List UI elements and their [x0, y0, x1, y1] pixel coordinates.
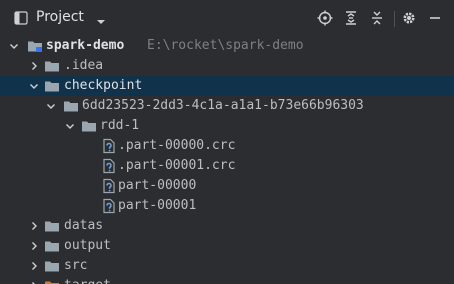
- tree-item-label: 6dd23523-2dd3-4c1a-a1a1-b73e66b96303: [82, 98, 364, 113]
- chevron-down-icon[interactable]: [64, 120, 76, 132]
- tree-row-selected[interactable]: checkpoint: [0, 76, 454, 96]
- tree-row[interactable]: target: [0, 276, 454, 284]
- tree-row[interactable]: src: [0, 256, 454, 276]
- chevron-right-icon[interactable]: [28, 280, 40, 284]
- project-view-label: Project: [36, 9, 84, 25]
- project-view-selector[interactable]: Project: [14, 9, 106, 25]
- toolbar-separator: [394, 11, 395, 27]
- tree-row[interactable]: 6dd23523-2dd3-4c1a-a1a1-b73e66b96303: [0, 96, 454, 116]
- tree-row[interactable]: .idea: [0, 56, 454, 76]
- chevron-right-icon[interactable]: [28, 260, 40, 272]
- folder-icon: [44, 58, 60, 74]
- chevron-down-icon[interactable]: [8, 40, 20, 52]
- tree-row[interactable]: .part-00001.crc: [0, 156, 454, 176]
- tree-row-root[interactable]: spark-demo E:\rocket\spark-demo: [0, 36, 454, 56]
- tree-row[interactable]: output: [0, 236, 454, 256]
- expand-all-icon[interactable]: [342, 9, 360, 27]
- folder-icon: [81, 118, 97, 134]
- tree-item-label: .part-00001.crc: [118, 158, 236, 173]
- module-folder-icon: [27, 38, 43, 54]
- tree-item-label: rdd-1: [100, 118, 140, 133]
- project-view-icon: [14, 10, 28, 25]
- folder-icon: [63, 98, 79, 114]
- root-path: E:\rocket\spark-demo: [147, 38, 304, 53]
- folder-icon: [44, 258, 60, 274]
- hide-icon[interactable]: [426, 9, 444, 27]
- tree-item-label: target: [64, 278, 111, 284]
- folder-icon: [44, 218, 60, 234]
- chevron-right-icon[interactable]: [28, 240, 40, 252]
- excluded-folder-icon: [44, 278, 60, 284]
- unknown-file-icon: [101, 198, 117, 214]
- tree-row[interactable]: part-00000: [0, 176, 454, 196]
- unknown-file-icon: [101, 138, 117, 154]
- chevron-right-icon[interactable]: [28, 60, 40, 72]
- tree-item-label: checkpoint: [64, 78, 143, 93]
- tree-row[interactable]: datas: [0, 216, 454, 236]
- project-toolbar: Project: [0, 0, 454, 36]
- tree-item-label: datas: [64, 218, 104, 233]
- unknown-file-icon: [101, 178, 117, 194]
- tree-item-label: .part-00000.crc: [118, 138, 236, 153]
- chevron-down-icon: [96, 12, 106, 24]
- tree-item-label: src: [64, 258, 88, 273]
- chevron-down-icon[interactable]: [28, 80, 40, 92]
- chevron-right-icon[interactable]: [28, 220, 40, 232]
- settings-icon[interactable]: [400, 9, 418, 27]
- tree-row[interactable]: part-00001: [0, 196, 454, 216]
- tree-item-label: part-00000: [118, 178, 197, 193]
- locate-icon[interactable]: [316, 9, 334, 27]
- chevron-down-icon[interactable]: [45, 100, 57, 112]
- root-name: spark-demo: [46, 38, 125, 53]
- tree-item-label: part-00001: [118, 198, 197, 213]
- tree-item-label: .idea: [64, 58, 104, 73]
- tree-row[interactable]: .part-00000.crc: [0, 136, 454, 156]
- tree-item-label: output: [64, 238, 111, 253]
- unknown-file-icon: [101, 158, 117, 174]
- folder-icon: [44, 238, 60, 254]
- collapse-all-icon[interactable]: [368, 9, 386, 27]
- folder-icon: [44, 78, 60, 94]
- tree-row[interactable]: rdd-1: [0, 116, 454, 136]
